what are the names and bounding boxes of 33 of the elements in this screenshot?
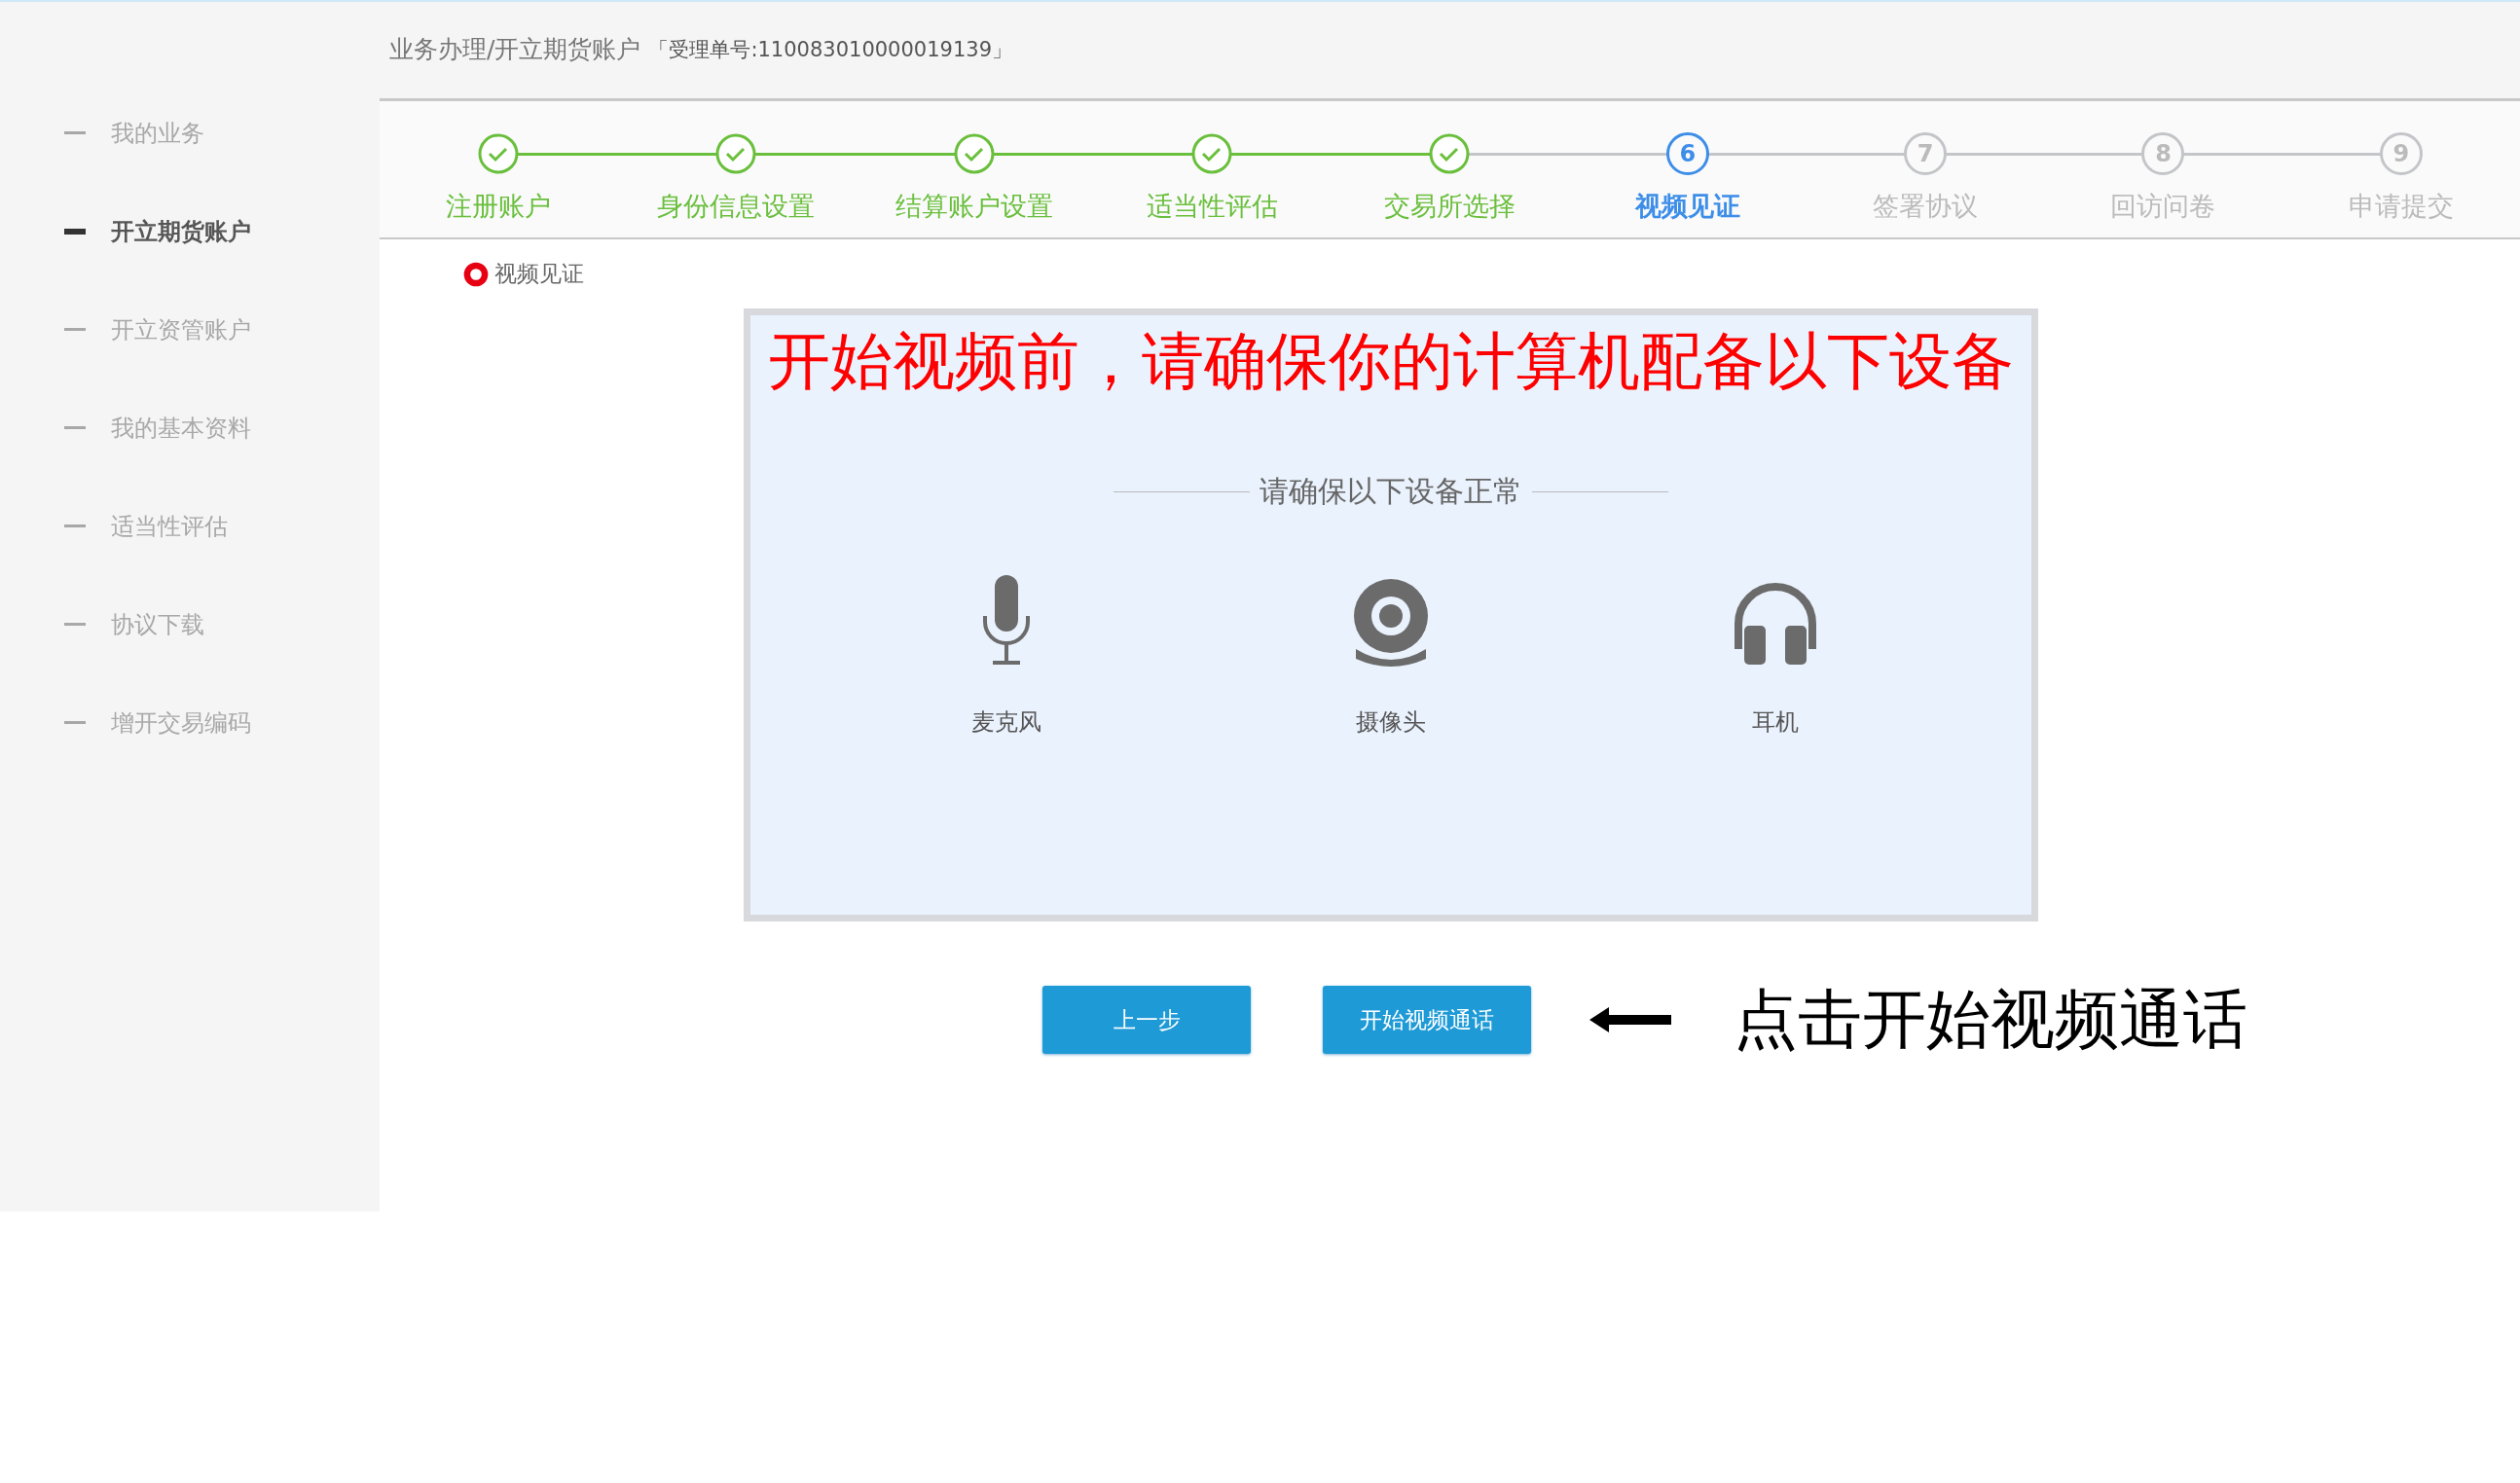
sidebar-item[interactable]: 开立资管账户 [0, 280, 380, 379]
step-label: 视频见证 [1634, 190, 1740, 223]
step-number: 8 [2141, 132, 2185, 175]
step-label: 身份信息设置 [657, 190, 816, 223]
step-label: 签署协议 [1873, 190, 1979, 223]
step-label: 申请提交 [2348, 190, 2454, 223]
sidebar-item[interactable]: 我的基本资料 [0, 379, 380, 477]
step-label: 回访问卷 [2110, 190, 2216, 223]
section-title: 视频见证 [494, 260, 584, 288]
sidebar-item[interactable]: 适当性评估 [0, 477, 380, 575]
step-number: 9 [2379, 132, 2423, 175]
panel-heading: 开始视频前，请确保你的计算机配备以下设备 [768, 326, 2014, 398]
step-number: 7 [1904, 132, 1948, 175]
step-number: 6 [1665, 132, 1709, 175]
breadcrumb: 业务办理/开立期货账户 [389, 34, 641, 65]
step-label: 注册账户 [446, 190, 552, 223]
radio-icon [463, 261, 489, 287]
annotation-text: 点击开始视频通话 [1734, 983, 2247, 1057]
sidebar-item[interactable]: 增开交易编码 [0, 673, 380, 772]
device-label: 麦克风 [971, 707, 1041, 738]
panel-subheading: 请确保以下设备正常 [1260, 473, 1522, 510]
sidebar-item[interactable]: 我的业务 [0, 84, 380, 182]
order-number: 「受理单号:110083010000019139」 [648, 36, 1012, 63]
sidebar-item[interactable]: 开立期货账户 [0, 182, 380, 280]
device-label: 摄像头 [1356, 707, 1426, 738]
step-label: 结算账户设置 [895, 190, 1053, 223]
previous-step-button[interactable]: 上一步 [1042, 986, 1251, 1054]
start-video-call-button[interactable]: 开始视频通话 [1323, 986, 1531, 1054]
device-label: 耳机 [1752, 707, 1799, 738]
step-label: 适当性评估 [1146, 190, 1278, 223]
sidebar-item[interactable]: 协议下载 [0, 575, 380, 673]
arrow-icon [1589, 1005, 1671, 1034]
step-label: 交易所选择 [1384, 190, 1516, 223]
